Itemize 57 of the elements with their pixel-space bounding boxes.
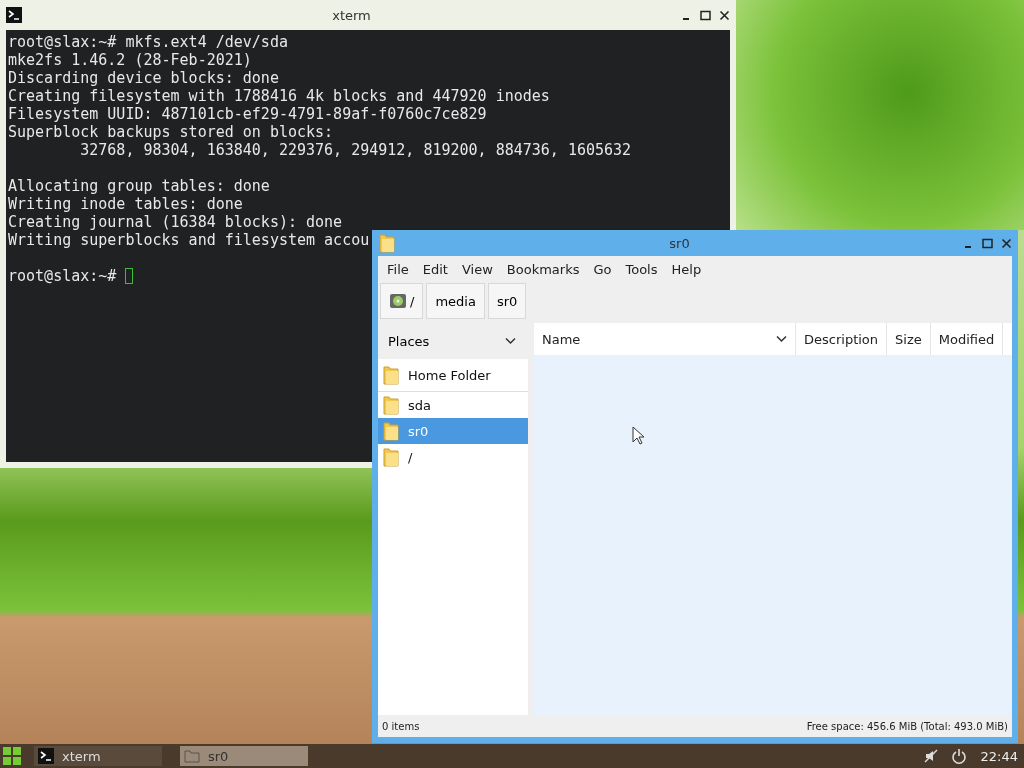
free-space: Free space: 456.6 MiB (Total: 493.0 MiB) <box>806 720 1008 732</box>
folder-icon <box>184 748 200 764</box>
clock: 22:44 <box>979 748 1019 764</box>
terminal-line: Allocating group tables: done <box>8 177 270 195</box>
taskbar-button[interactable]: sr0 <box>180 746 308 766</box>
terminal-line: Creating filesystem with 1788416 4k blocks and 447920 inodes <box>8 87 550 105</box>
folder-icon <box>382 420 400 442</box>
taskbar-button[interactable]: xterm <box>34 746 162 766</box>
window-title: sr0 <box>669 235 690 251</box>
menu-item[interactable]: File <box>380 260 416 279</box>
column-header[interactable]: Name <box>534 323 796 355</box>
path-button[interactable]: media <box>426 283 485 319</box>
menu-item[interactable]: Edit <box>415 260 455 279</box>
terminal-line: Filesystem UUID: 487101cb-ef29-4791-89af-f0760c7ce829 <box>8 105 487 123</box>
column-header[interactable]: Description <box>796 323 888 355</box>
terminal-line: Superblock backups stored on blocks: <box>8 123 334 141</box>
terminal-line: root@slax:~# mkfs.ext4 /dev/sda <box>8 33 288 51</box>
text-cursor <box>125 268 134 284</box>
menu-item[interactable]: View <box>454 260 500 279</box>
app-grid-icon[interactable] <box>2 746 22 766</box>
maximize-icon[interactable] <box>700 9 711 21</box>
terminal-icon <box>6 7 22 23</box>
terminal-icon <box>38 748 54 764</box>
maximize-icon[interactable] <box>982 237 993 249</box>
folder-icon <box>382 364 400 386</box>
terminal-line: 32768, 98304, 163840, 229376, 294912, 819200, 884736, 1605632 <box>79 141 632 159</box>
window-title: xterm <box>332 7 371 23</box>
item-count: 0 items <box>382 720 420 732</box>
menu-item[interactable]: Help <box>664 260 709 279</box>
places-item[interactable]: / <box>378 444 528 470</box>
column-header[interactable]: Modified <box>930 323 1004 355</box>
places-header: Places <box>388 333 430 349</box>
terminal-line: Discarding device blocks: done <box>8 69 279 87</box>
close-icon[interactable] <box>1001 237 1012 249</box>
close-icon[interactable] <box>719 9 730 21</box>
terminal-line: Creating journal (16384 blocks): done <box>8 213 343 231</box>
terminal-prompt: root@slax:~# <box>8 267 117 285</box>
path-button[interactable]: sr0 <box>487 283 527 319</box>
menu-item[interactable]: Bookmarks <box>499 260 587 279</box>
menu-item[interactable]: Tools <box>618 260 665 279</box>
power-icon[interactable] <box>950 748 967 764</box>
places-item[interactable]: sda <box>378 392 528 418</box>
column-header[interactable]: Size <box>887 323 931 355</box>
places-item[interactable]: Home Folder <box>378 359 528 392</box>
terminal-line: mke2fs 1.46.2 (28-Feb-2021) <box>8 51 252 69</box>
mouse-pointer-icon <box>632 426 646 446</box>
chevron-down-icon[interactable] <box>776 335 787 343</box>
folder-icon <box>382 394 400 416</box>
path-button[interactable]: / <box>380 283 424 319</box>
speaker-muted-icon[interactable] <box>922 748 939 764</box>
menu-item[interactable]: Go <box>586 260 619 279</box>
terminal-line: Writing superblocks and filesystem accou <box>8 231 370 249</box>
chevron-down-icon[interactable] <box>505 337 516 345</box>
drive-icon <box>389 292 407 310</box>
folder-icon <box>382 446 400 468</box>
folder-icon <box>378 232 396 254</box>
terminal-line: Writing inode tables: done <box>8 195 243 213</box>
